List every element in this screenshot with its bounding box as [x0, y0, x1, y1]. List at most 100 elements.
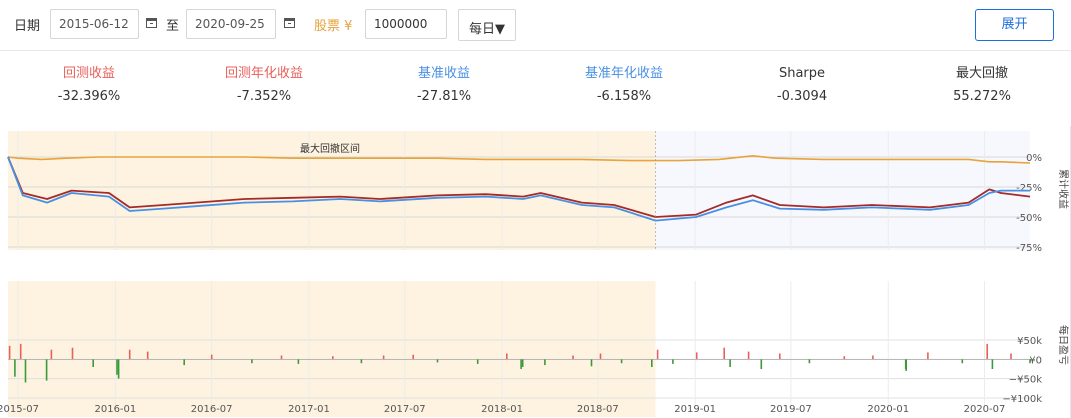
metric-value: -27.81%	[416, 89, 472, 104]
metric-benchmark-annual-return: 基准年化收益 -6.158%	[549, 66, 699, 105]
daily-pnl-bar	[251, 359, 253, 364]
daily-pnl-bar	[19, 343, 22, 360]
daily-pnl-bar	[779, 353, 781, 360]
drawdown-annotation: 最大回撤区间	[300, 142, 360, 155]
daily-pnl-bar	[599, 353, 602, 360]
x-tick-label: 2018-07	[577, 404, 619, 415]
daily-pnl-bar	[382, 355, 385, 360]
daily-pnl-bar	[1010, 353, 1012, 360]
calendar-icon[interactable]	[284, 18, 295, 28]
x-tick-label: 2019-01	[674, 404, 716, 415]
to-label: 至	[166, 19, 180, 34]
daily-pnl-bar	[521, 359, 524, 367]
metric-backtest-return: 回测收益 -32.396%	[14, 66, 164, 105]
daily-pnl-bar	[620, 359, 623, 364]
metric-label: Sharpe	[778, 66, 826, 81]
metrics-row: 回测收益 -32.396% 回测年化收益 -7.352% 基准收益 -27.81…	[0, 66, 1071, 110]
daily-pnl-bar	[520, 359, 522, 369]
x-tick-label: 2016-07	[191, 404, 233, 415]
daily-pnl-bar	[723, 347, 725, 360]
y-tick-label: -50%	[1016, 213, 1042, 224]
metric-sharpe: Sharpe -0.3094	[727, 66, 877, 105]
stock-label: 股票 ¥	[314, 19, 353, 34]
metric-max-drawdown: 最大回撤 55.272%	[907, 66, 1057, 105]
daily-pnl-bar	[961, 359, 964, 364]
y-tick-label: −¥50k	[1009, 375, 1042, 386]
metric-value: -6.158%	[596, 89, 652, 104]
daily-pnl-bar	[183, 359, 185, 366]
daily-pnl-bar	[45, 359, 48, 381]
daily-pnl-bar	[14, 359, 16, 377]
metric-value: -7.352%	[236, 89, 292, 104]
daily-pnl-bar	[476, 359, 479, 364]
daily-pnl-bar	[8, 345, 11, 360]
metric-benchmark-return: 基准收益 -27.81%	[369, 66, 519, 105]
x-tick-label: 2018-01	[481, 404, 523, 415]
metric-value: 55.272%	[953, 89, 1011, 104]
daily-pnl-bar	[656, 349, 659, 360]
x-tick-label: 2017-07	[384, 404, 426, 415]
post-drawdown-region	[655, 131, 1030, 250]
daily-pnl-bar	[760, 359, 763, 369]
metric-value: -0.3094	[776, 89, 828, 104]
backtest-chart[interactable]: 0%-25%-50%-75%¥50k¥0−¥50k−¥100k2015-07 20…	[0, 125, 1071, 418]
end-date-input[interactable]	[186, 9, 276, 39]
daily-pnl-bar	[280, 355, 283, 360]
drawdown-region-lower	[8, 281, 656, 417]
y-axis-title: 每日盈亏	[1057, 325, 1070, 365]
x-tick-label: 2015-07	[0, 404, 39, 415]
daily-pnl-bar	[297, 359, 300, 364]
daily-pnl-bar	[332, 356, 334, 360]
daily-pnl-bar	[360, 359, 363, 364]
x-tick-label: 2017-01	[288, 404, 330, 415]
daily-pnl-bar	[695, 352, 698, 360]
x-tick-label: 2020-01	[867, 404, 909, 415]
metric-backtest-annual-return: 回测年化收益 -7.352%	[189, 66, 339, 105]
daily-pnl-bar	[92, 359, 94, 367]
calendar-icon[interactable]	[146, 18, 157, 28]
expand-button[interactable]: 展开	[975, 9, 1054, 41]
metric-label: 基准年化收益	[584, 66, 663, 81]
metric-label: 回测收益	[62, 66, 115, 81]
daily-pnl-bar	[50, 349, 53, 360]
daily-pnl-bar	[843, 356, 846, 360]
y-tick-label: −¥100k	[1002, 394, 1042, 405]
daily-pnl-bar	[71, 347, 74, 360]
start-date-input[interactable]	[50, 9, 139, 39]
y-tick-label: ¥50k	[1017, 336, 1042, 347]
daily-pnl-bar	[572, 355, 574, 360]
daily-pnl-bar	[436, 359, 439, 363]
post-drawdown-region-lower	[655, 281, 1030, 417]
metric-label: 回测年化收益	[224, 66, 303, 81]
y-axis-title: 累计收益	[1057, 169, 1070, 209]
daily-pnl-bar	[927, 352, 929, 360]
daily-pnl-bar	[651, 359, 653, 367]
daily-pnl-bar	[506, 353, 508, 360]
daily-pnl-bar	[872, 355, 874, 360]
toolbar-divider	[0, 50, 1071, 51]
daily-pnl-bar	[116, 359, 118, 375]
amount-input[interactable]	[365, 9, 447, 39]
x-tick-label: 2019-07	[770, 404, 812, 415]
metric-label: 基准收益	[417, 66, 470, 81]
daily-pnl-bar	[412, 354, 414, 360]
daily-pnl-bar	[210, 354, 213, 360]
x-tick-label: 2016-01	[94, 404, 136, 415]
y-tick-label: -75%	[1016, 243, 1042, 254]
daily-pnl-bar	[146, 351, 149, 360]
daily-pnl-bar	[1029, 359, 1031, 364]
y-tick-label: -25%	[1016, 183, 1042, 194]
metric-value: -32.396%	[57, 89, 121, 104]
frequency-select[interactable]: 每日▼	[458, 9, 516, 41]
daily-pnl-bar	[672, 359, 674, 364]
daily-pnl-bar	[729, 359, 731, 367]
daily-pnl-bar	[747, 351, 750, 360]
daily-pnl-bar	[117, 359, 120, 379]
y-tick-label: ¥0	[1029, 355, 1042, 366]
toolbar: 日期 至 股票 ¥ 每日▼ 展开	[0, 0, 1071, 50]
daily-pnl-bar	[991, 359, 994, 369]
daily-pnl-bar	[128, 349, 131, 360]
daily-pnl-bar	[808, 359, 811, 364]
daily-pnl-bar	[24, 359, 27, 383]
daily-pnl-bar	[905, 359, 907, 371]
